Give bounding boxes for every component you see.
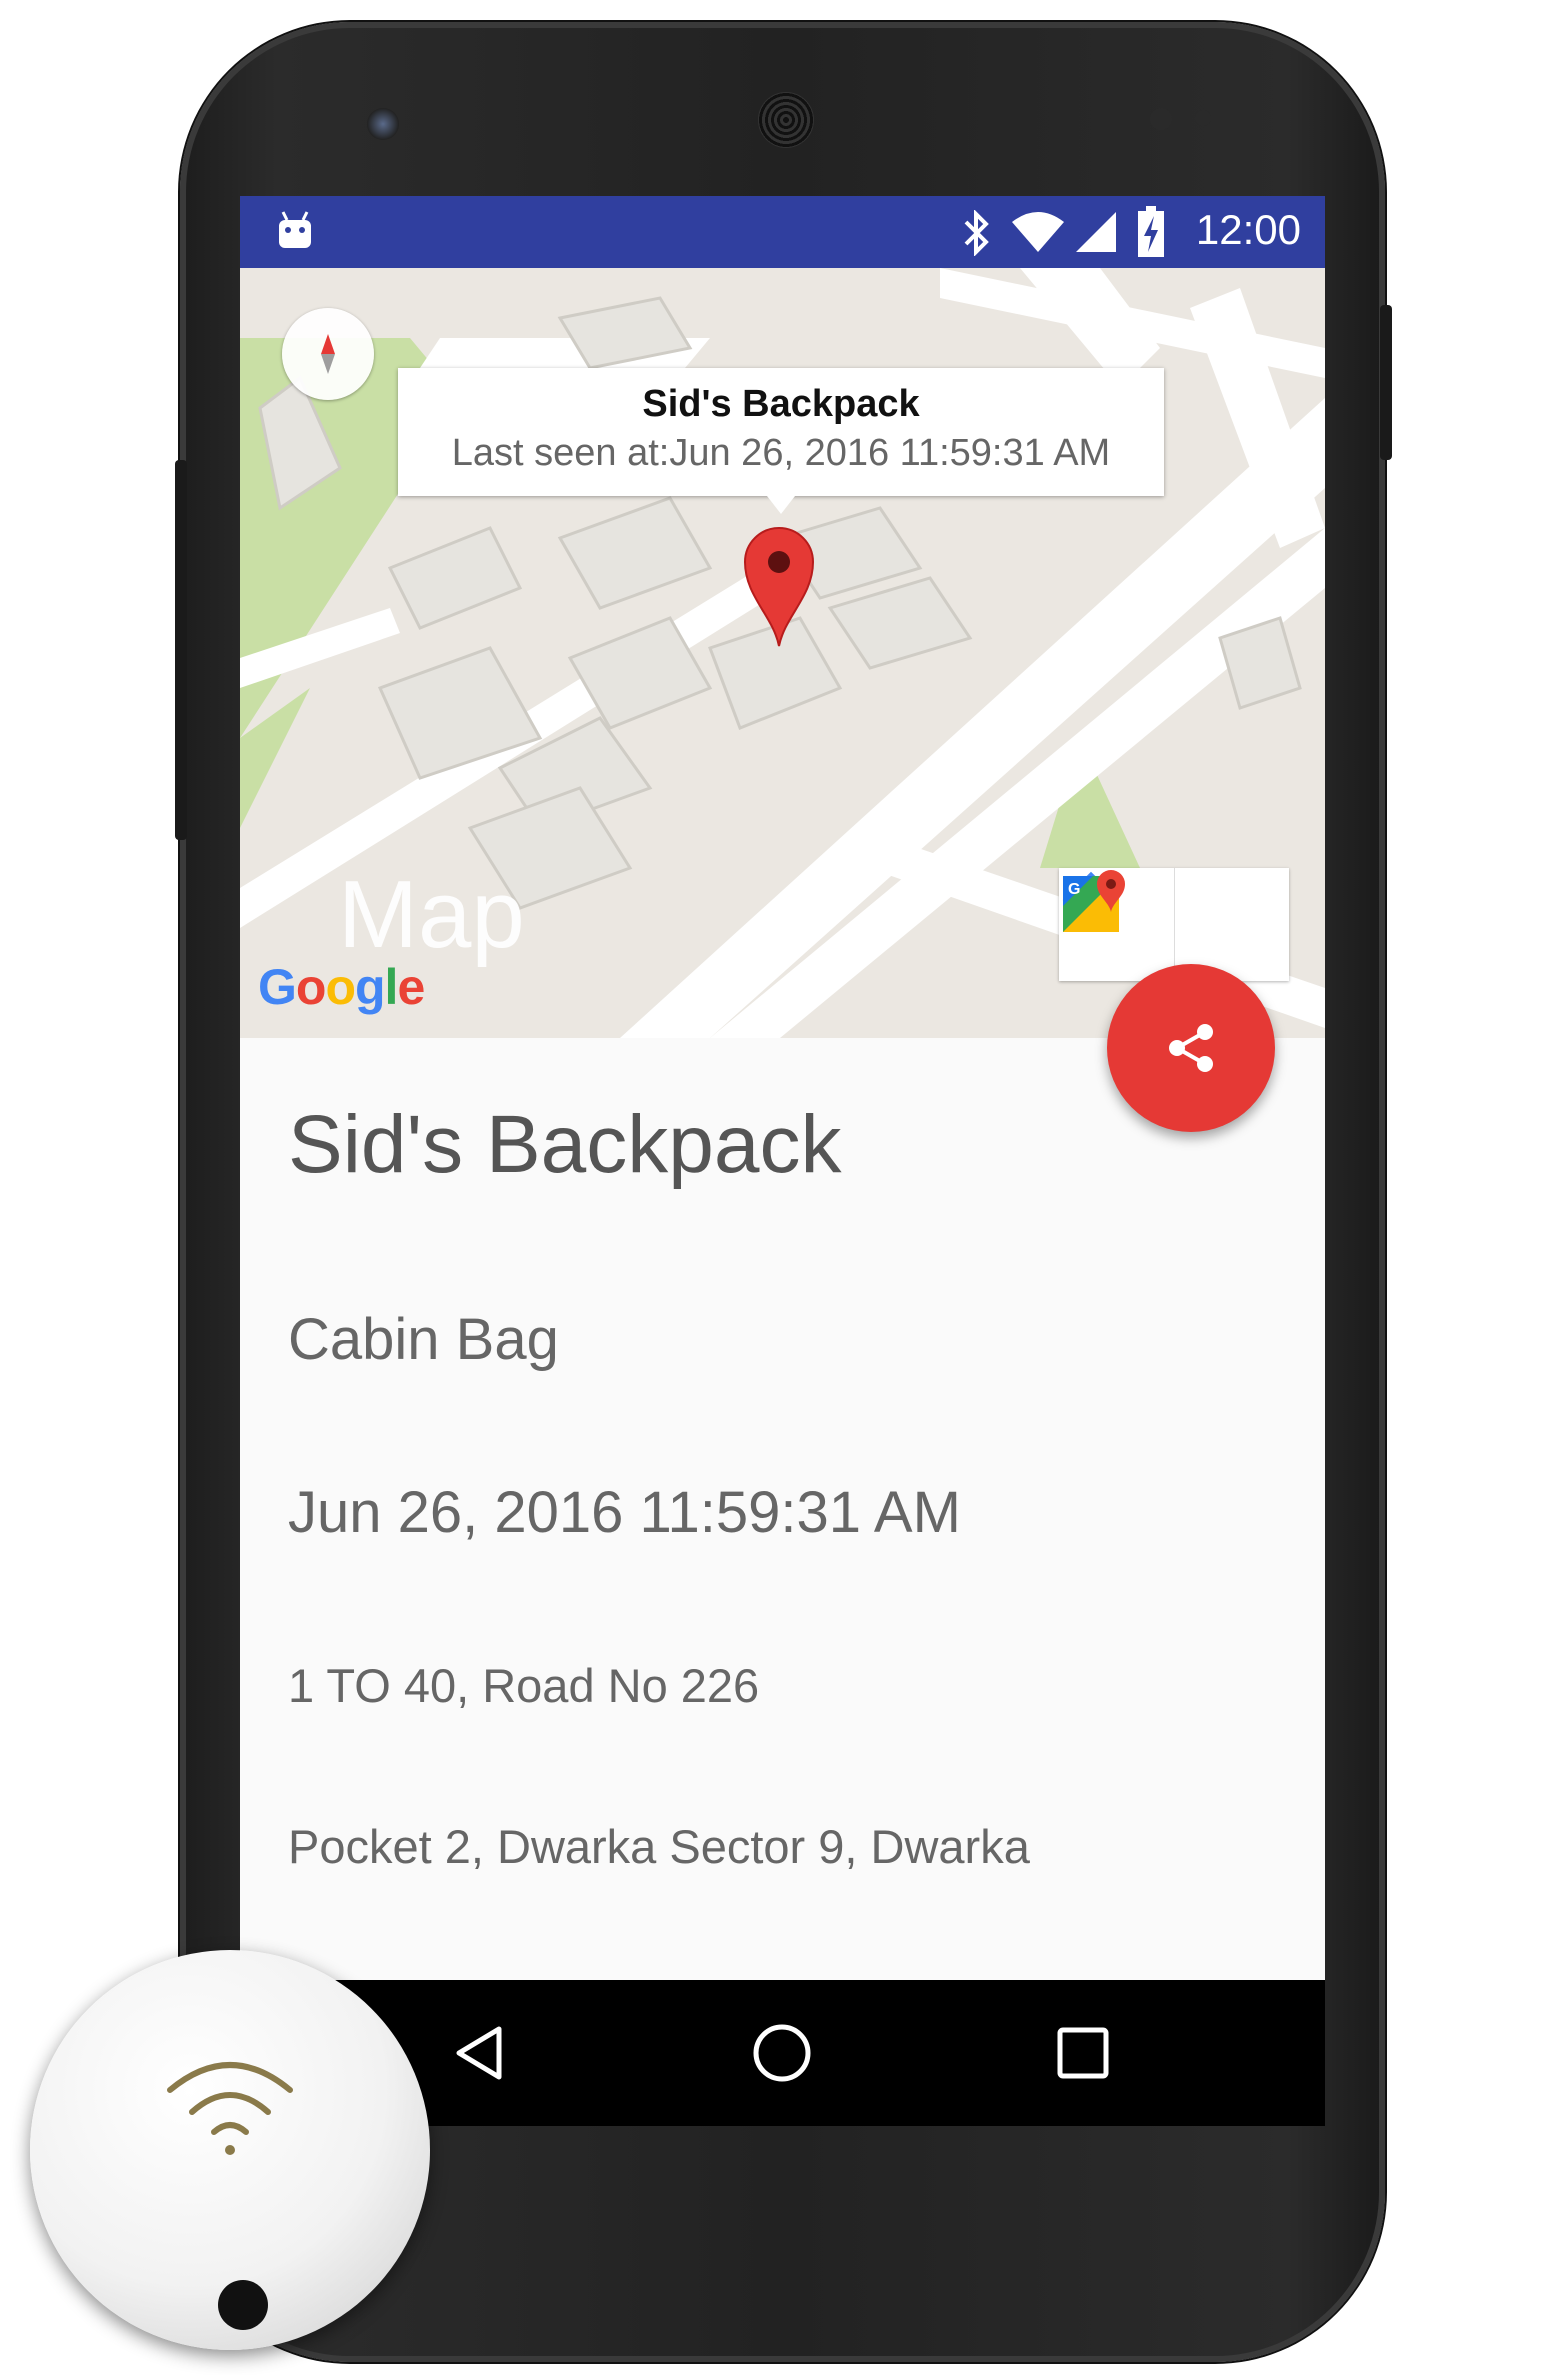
sensor: [1195, 110, 1211, 126]
speaker-grille: [758, 92, 814, 148]
status-bar: 12:00: [240, 196, 1325, 268]
front-camera: [367, 108, 399, 140]
map-marker-icon[interactable]: [743, 526, 815, 648]
map-view[interactable]: Sid's Backpack Last seen at:Jun 26, 2016…: [240, 268, 1325, 1038]
recents-button[interactable]: [1010, 1980, 1156, 2126]
map-toolbar: G: [1059, 868, 1289, 981]
google-maps-icon: G: [1063, 870, 1125, 932]
back-icon: [456, 2026, 502, 2080]
info-window-subtitle: Last seen at:Jun 26, 2016 11:59:31 AM: [451, 432, 1111, 474]
status-time: 12:00: [1195, 206, 1301, 253]
battery-charging-icon: [1138, 206, 1164, 257]
marker-info-window[interactable]: Sid's Backpack Last seen at:Jun 26, 2016…: [398, 368, 1164, 514]
app-screen: 12:00 Sid's Backpack Last seen at:Jun 26…: [240, 196, 1325, 2126]
tracker-tag-device: [30, 1950, 430, 2350]
item-name: Sid's Backpack: [288, 1099, 842, 1190]
map-label: Map: [338, 861, 525, 968]
recents-icon: [1057, 2027, 1109, 2079]
home-button[interactable]: [709, 1980, 855, 2126]
compass-button[interactable]: [282, 308, 374, 400]
share-button[interactable]: [1107, 964, 1275, 1132]
svg-text:G: G: [1068, 881, 1080, 898]
volume-button: [175, 460, 187, 840]
keyring-hole: [218, 2280, 268, 2330]
back-button[interactable]: [408, 1980, 554, 2126]
info-window-title: Sid's Backpack: [642, 383, 920, 425]
bluetooth-icon: [964, 210, 989, 256]
wifi-icon: [1012, 212, 1064, 252]
address-line-1: 1 TO 40, Road No 226: [288, 1659, 760, 1712]
item-type: Cabin Bag: [288, 1307, 559, 1372]
share-icon: [1169, 1024, 1213, 1072]
google-attribution: Google: [258, 959, 425, 1015]
last-seen-timestamp: Jun 26, 2016 11:59:31 AM: [288, 1480, 961, 1545]
android-icon: [279, 211, 311, 248]
sensor: [1150, 108, 1172, 130]
compass-icon: [321, 334, 335, 374]
power-button: [1380, 305, 1392, 460]
wifi-icon: [167, 2062, 293, 2155]
signal-icon: [1076, 212, 1116, 252]
home-icon: [753, 2024, 811, 2082]
address-line-2: Pocket 2, Dwarka Sector 9, Dwarka: [288, 1820, 1030, 1873]
